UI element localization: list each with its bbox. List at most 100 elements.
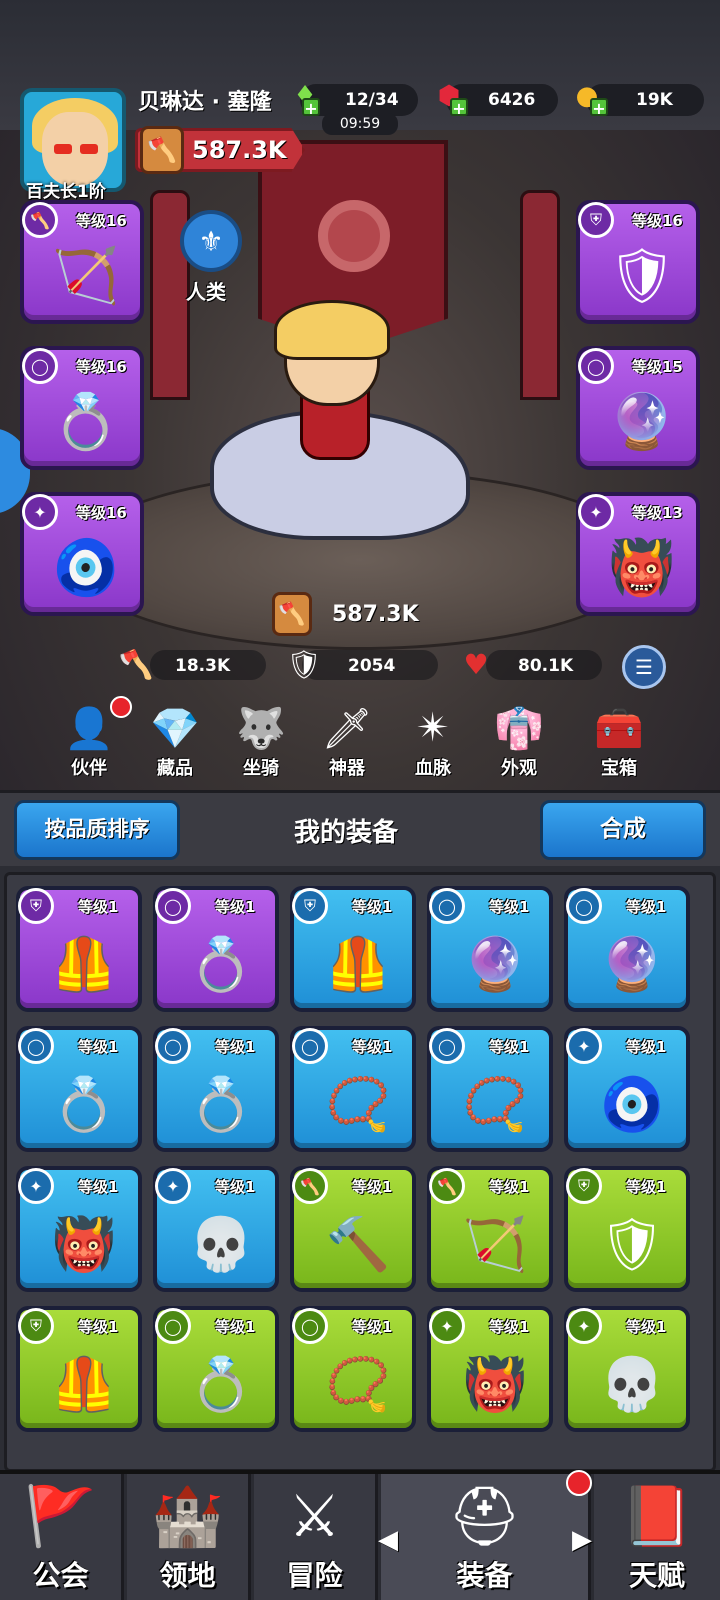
artifact-icon: 🗡	[321, 705, 373, 752]
nav-equipment[interactable]: ⛑ 装备	[381, 1474, 591, 1600]
merge-button[interactable]: 合成	[540, 800, 706, 860]
stats-list-button[interactable]: ☰	[622, 645, 666, 689]
inventory-item[interactable]: ◯ 等级1 📿	[427, 1026, 553, 1152]
notification-dot	[566, 1470, 592, 1496]
add-gems-button[interactable]: +	[450, 98, 468, 117]
mount-icon: 🐺	[236, 705, 286, 752]
slot-type-icon: ◯	[155, 1308, 191, 1344]
feature-appearance[interactable]: 👘 外观	[482, 700, 556, 780]
inventory-item[interactable]: ✦ 等级1 💀	[564, 1306, 690, 1432]
feature-label: 坐骑	[243, 758, 279, 779]
slot-type-icon: ✦	[18, 1168, 54, 1204]
add-energy-button[interactable]: +	[302, 98, 320, 117]
energy-timer: 09:59	[322, 113, 398, 135]
equip-slot-ring[interactable]: ◯ 等级16 💍	[20, 346, 144, 470]
inventory-item[interactable]: ⛨ 等级1 🦺	[16, 1306, 142, 1432]
slot-type-icon: 🪓	[429, 1168, 465, 1204]
inventory-item[interactable]: ⛨ 等级1 🦺	[290, 886, 416, 1012]
bloodline-icon: ✴	[416, 705, 450, 751]
item-level: 等级1	[489, 1038, 530, 1056]
feature-label: 神器	[329, 758, 365, 779]
player-rank: 百夫长1阶	[26, 182, 106, 202]
inventory-item[interactable]: ◯ 等级1 📿	[290, 1026, 416, 1152]
equip-slot-armor[interactable]: ⛨ 等级16 🛡	[576, 200, 700, 324]
item-level: 等级1	[215, 898, 256, 916]
mask-icon: 👹	[608, 536, 676, 599]
equip-slot-ring-2[interactable]: ◯ 等级15 🔮	[576, 346, 700, 470]
armor-icon: 🦺	[325, 934, 391, 995]
attack-value: 18.3K	[175, 656, 231, 676]
skull-mask-icon: 💀	[599, 1354, 665, 1415]
slot-level: 等级13	[632, 504, 683, 522]
item-level: 等级1	[215, 1178, 256, 1196]
nav-arrow-left-icon[interactable]: ◀	[378, 1525, 398, 1555]
inventory-item[interactable]: ⛨ 等级1 🛡	[564, 1166, 690, 1292]
equip-slot-amulet[interactable]: ✦ 等级16 🧿	[20, 492, 144, 616]
race-human-icon[interactable]: ⚜	[180, 210, 242, 272]
attack-axe-icon: 🪓	[118, 647, 154, 681]
inventory-item[interactable]: ◯ 等级1 💍	[153, 1026, 279, 1152]
equip-slot-helmet[interactable]: ✦ 等级13 👹	[576, 492, 700, 616]
inventory-item[interactable]: 🪓 等级1 🏹	[427, 1166, 553, 1292]
spellbook-icon: 📕	[620, 1482, 694, 1550]
slot-type-icon: ◯	[18, 1028, 54, 1064]
feature-chest[interactable]: 🧰 宝箱	[582, 700, 656, 780]
slot-type-icon: ✦	[429, 1308, 465, 1344]
item-level: 等级1	[78, 1178, 119, 1196]
inventory-item[interactable]: ◯ 等级1 💍	[16, 1026, 142, 1152]
gems-value: 6426	[488, 90, 536, 110]
inventory-item[interactable]: ◯ 等级1 🔮	[564, 886, 690, 1012]
slot-type-icon: ◯	[566, 888, 602, 924]
nav-territory[interactable]: 🏰 领地	[127, 1474, 251, 1600]
nav-adventure[interactable]: ⚔ 冒险	[254, 1474, 378, 1600]
gem-ring-icon: 📿	[325, 1074, 391, 1135]
item-level: 等级1	[352, 1318, 393, 1336]
slot-level: 等级16	[76, 504, 127, 522]
sort-by-quality-button[interactable]: 按品质排序	[14, 800, 180, 860]
hp-value: 80.1K	[518, 656, 574, 676]
add-gold-button[interactable]: +	[590, 98, 608, 117]
nav-arrow-right-icon[interactable]: ▶	[572, 1525, 592, 1555]
banner-emblem	[318, 200, 390, 272]
hero-on-mount[interactable]	[200, 300, 480, 570]
nav-guild[interactable]: 🚩 公会	[0, 1474, 124, 1600]
avatar-face	[42, 112, 108, 186]
inventory-item[interactable]: ◯ 等级1 💍	[153, 886, 279, 1012]
inventory-item[interactable]: 🪓 等级1 🔨	[290, 1166, 416, 1292]
feature-artifact[interactable]: 🗡 神器	[310, 700, 384, 780]
inventory-item[interactable]: ✦ 等级1 👹	[427, 1306, 553, 1432]
feature-label: 宝箱	[601, 758, 637, 779]
slot-type-icon: ✦	[566, 1028, 602, 1064]
avatar-eye-left	[54, 144, 72, 154]
feature-bloodline[interactable]: ✴ 血脉	[396, 700, 470, 780]
inventory-item[interactable]: ◯ 等级1 🔮	[427, 886, 553, 1012]
crossbow-icon: 🏹	[52, 244, 120, 307]
nav-talent[interactable]: 📕 天赋	[594, 1474, 720, 1600]
feature-label: 藏品	[157, 758, 193, 779]
slot-level: 等级15	[632, 358, 683, 376]
ring-slot-icon: ◯	[22, 348, 58, 384]
feature-collection[interactable]: 💎 藏品	[138, 700, 212, 780]
inventory-item[interactable]: ⛨ 等级1 🦺	[16, 886, 142, 1012]
item-level: 等级1	[626, 1038, 667, 1056]
orb-ring-icon: 🔮	[608, 390, 676, 453]
item-level: 等级1	[489, 898, 530, 916]
slot-type-icon: ⛨	[292, 888, 328, 924]
feature-mount[interactable]: 🐺 坐骑	[224, 700, 298, 780]
nav-label: 领地	[159, 1559, 216, 1592]
notification-dot	[110, 696, 132, 718]
rider-hair	[274, 300, 390, 360]
inventory-item[interactable]: ✦ 等级1 👹	[16, 1166, 142, 1292]
crossed-axes-icon: ⚔	[288, 1482, 341, 1550]
nav-label: 冒险	[286, 1559, 343, 1592]
ring-slot-icon: ◯	[578, 348, 614, 384]
inventory-item[interactable]: ✦ 等级1 🧿	[564, 1026, 690, 1152]
ring-icon: 💍	[188, 1354, 254, 1415]
inventory-item[interactable]: ✦ 等级1 💀	[153, 1166, 279, 1292]
slot-type-icon: ◯	[292, 1308, 328, 1344]
inventory-item[interactable]: ◯ 等级1 💍	[153, 1306, 279, 1432]
inventory-item[interactable]: ◯ 等级1 📿	[290, 1306, 416, 1432]
armor-icon: 🦺	[51, 1354, 117, 1415]
equip-slot-weapon[interactable]: 🪓 等级16 🏹	[20, 200, 144, 324]
slot-type-icon: ◯	[155, 888, 191, 924]
